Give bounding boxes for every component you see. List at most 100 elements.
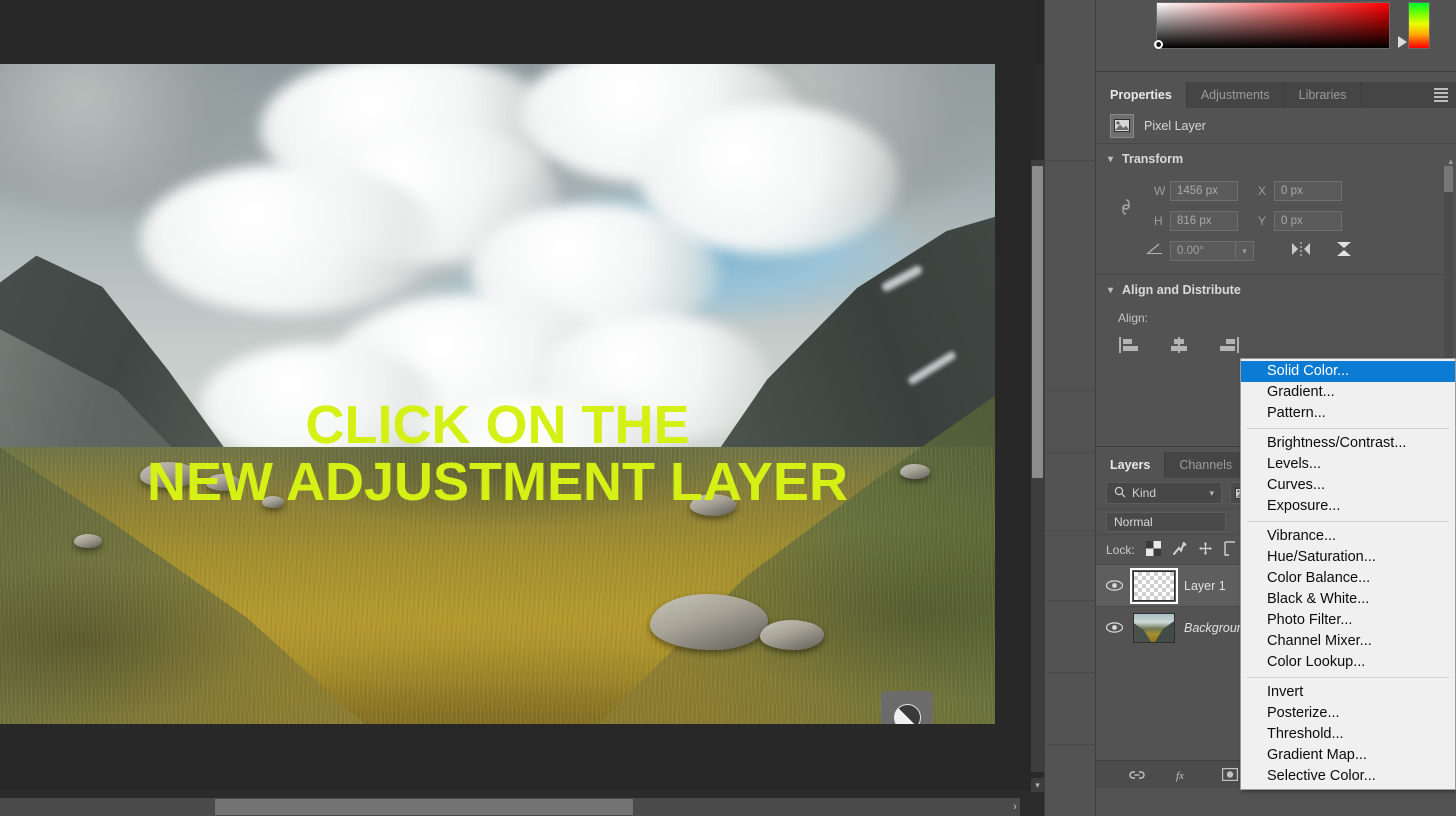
rock: [760, 620, 824, 650]
chevron-down-icon: ▾: [1108, 153, 1114, 165]
strip-divider: [1045, 744, 1097, 745]
align-section-header[interactable]: ▾ Align and Distribute: [1096, 275, 1456, 305]
vertical-scrollbar-thumb[interactable]: [1032, 166, 1043, 478]
document-area: CLICK ON THE NEW ADJUSTMENT LAYER ▾ ›: [0, 0, 1044, 816]
hue-slider-arrow-icon[interactable]: [1398, 36, 1407, 48]
rock: [140, 462, 198, 488]
menu-item-hue-saturation[interactable]: Hue/Saturation...: [1241, 547, 1455, 568]
canvas-horizontal-scrollbar[interactable]: [0, 798, 1020, 816]
scroll-down-arrow-icon[interactable]: ▾: [1031, 778, 1044, 792]
lock-artboard-icon[interactable]: [1223, 540, 1239, 559]
align-center-icon[interactable]: [1166, 335, 1192, 360]
x-input[interactable]: 0 px: [1274, 181, 1342, 201]
chevron-down-icon: ▾: [1108, 284, 1114, 296]
layer-visibility-icon[interactable]: [1104, 580, 1124, 591]
menu-item-solid-color[interactable]: Solid Color...: [1241, 361, 1455, 382]
menu-item-curves[interactable]: Curves...: [1241, 475, 1455, 496]
saturation-value-square[interactable]: [1156, 2, 1390, 49]
properties-scrollbar-thumb[interactable]: [1444, 166, 1453, 192]
x-label: X: [1258, 184, 1267, 198]
menu-group-tonal: Brightness/Contrast... Levels... Curves.…: [1241, 433, 1455, 517]
strip-divider: [1045, 530, 1097, 531]
align-right-icon[interactable]: [1214, 335, 1240, 360]
link-icon[interactable]: [1118, 196, 1134, 218]
width-input[interactable]: 1456 px: [1170, 181, 1238, 201]
canvas-vertical-scrollbar[interactable]: [1031, 160, 1044, 772]
adjustment-layer-icon: [887, 697, 927, 724]
menu-item-black-and-white[interactable]: Black & White...: [1241, 589, 1455, 610]
menu-item-color-balance[interactable]: Color Balance...: [1241, 568, 1455, 589]
image-canvas[interactable]: CLICK ON THE NEW ADJUSTMENT LAYER: [0, 64, 995, 724]
transform-section-header[interactable]: ▾ Transform: [1096, 144, 1456, 174]
mountain-valley-photo: CLICK ON THE NEW ADJUSTMENT LAYER: [0, 64, 995, 724]
align-left-icon[interactable]: [1118, 335, 1144, 360]
transform-row-w-x: W 1456 px X 0 px: [1096, 176, 1456, 206]
layer-filter-value: Kind: [1132, 486, 1157, 500]
layer-visibility-icon[interactable]: [1104, 622, 1124, 633]
menu-item-photo-filter[interactable]: Photo Filter...: [1241, 610, 1455, 631]
menu-separator: [1247, 677, 1449, 678]
menu-group-color: Vibrance... Hue/Saturation... Color Bala…: [1241, 526, 1455, 673]
color-picker-panel[interactable]: [1096, 0, 1456, 72]
menu-item-threshold[interactable]: Threshold...: [1241, 724, 1455, 745]
strip-divider: [1045, 600, 1097, 601]
blend-mode-select[interactable]: Normal: [1106, 511, 1226, 532]
rock: [650, 594, 768, 650]
strip-divider: [1045, 160, 1097, 161]
search-icon: [1114, 486, 1126, 501]
lock-image-icon[interactable]: [1172, 541, 1187, 559]
flip-horizontal-icon[interactable]: [1290, 240, 1312, 263]
horizontal-scrollbar-thumb[interactable]: [215, 799, 633, 815]
menu-group-special: Invert Posterize... Threshold... Gradien…: [1241, 682, 1455, 787]
tab-layers[interactable]: Layers: [1096, 452, 1166, 478]
height-input[interactable]: 816 px: [1170, 211, 1238, 231]
panel-menu-icon[interactable]: [1432, 87, 1450, 103]
hue-strip[interactable]: [1408, 2, 1430, 49]
layer-thumbnail[interactable]: [1130, 567, 1178, 604]
menu-item-color-lookup[interactable]: Color Lookup...: [1241, 652, 1455, 673]
flip-vertical-icon[interactable]: [1334, 240, 1354, 263]
angle-input[interactable]: 0.00°: [1170, 241, 1236, 261]
menu-item-invert[interactable]: Invert: [1241, 682, 1455, 703]
angle-dropdown-icon[interactable]: ▾: [1236, 241, 1254, 261]
strip-divider: [1045, 672, 1097, 673]
layer-name[interactable]: Layer 1: [1184, 579, 1226, 593]
menu-item-pattern[interactable]: Pattern...: [1241, 403, 1455, 424]
new-adjustment-layer-menu[interactable]: Solid Color... Gradient... Pattern... Br…: [1240, 358, 1456, 790]
lock-position-icon[interactable]: [1198, 541, 1213, 559]
link-layers-icon[interactable]: [1126, 766, 1148, 784]
color-cursor-icon[interactable]: [1154, 40, 1163, 49]
layer-thumbnail[interactable]: [1133, 612, 1175, 643]
angle-icon: [1146, 242, 1164, 261]
menu-item-selective-color[interactable]: Selective Color...: [1241, 766, 1455, 787]
tab-libraries[interactable]: Libraries: [1284, 82, 1362, 108]
layer-style-icon[interactable]: fx: [1172, 766, 1194, 784]
lock-transparency-icon[interactable]: [1145, 540, 1161, 559]
y-input[interactable]: 0 px: [1274, 211, 1342, 231]
collapsed-panel-strip[interactable]: [1044, 0, 1097, 816]
scroll-right-arrow-icon[interactable]: ›: [1008, 800, 1022, 814]
align-label: Align:: [1118, 311, 1149, 325]
menu-item-levels[interactable]: Levels...: [1241, 454, 1455, 475]
tab-properties[interactable]: Properties: [1096, 82, 1187, 108]
menu-item-posterize[interactable]: Posterize...: [1241, 703, 1455, 724]
tab-channels[interactable]: Channels: [1165, 452, 1248, 478]
transform-fields: W 1456 px X 0 px H 816 px Y 0 px 0.00° ▾: [1096, 174, 1456, 274]
adjustment-layer-callout[interactable]: [881, 691, 933, 724]
layer-mask-icon[interactable]: [1219, 766, 1241, 784]
thumb-mountain-left: [1134, 621, 1152, 642]
tab-adjustments[interactable]: Adjustments: [1186, 82, 1285, 108]
layer-kind-row: Pixel Layer: [1096, 108, 1456, 144]
rock: [690, 494, 736, 516]
menu-item-exposure[interactable]: Exposure...: [1241, 496, 1455, 517]
menu-item-channel-mixer[interactable]: Channel Mixer...: [1241, 631, 1455, 652]
layer-kind-filter[interactable]: Kind ▾: [1106, 482, 1222, 504]
menu-item-gradient[interactable]: Gradient...: [1241, 382, 1455, 403]
menu-item-vibrance[interactable]: Vibrance...: [1241, 526, 1455, 547]
menu-item-gradient-map[interactable]: Gradient Map...: [1241, 745, 1455, 766]
properties-tabbar: Properties Adjustments Libraries: [1096, 82, 1456, 108]
menu-item-brightness-contrast[interactable]: Brightness/Contrast...: [1241, 433, 1455, 454]
w-label: W: [1154, 184, 1166, 198]
cloud: [640, 104, 900, 254]
chevron-down-icon[interactable]: ▾: [1209, 488, 1214, 499]
